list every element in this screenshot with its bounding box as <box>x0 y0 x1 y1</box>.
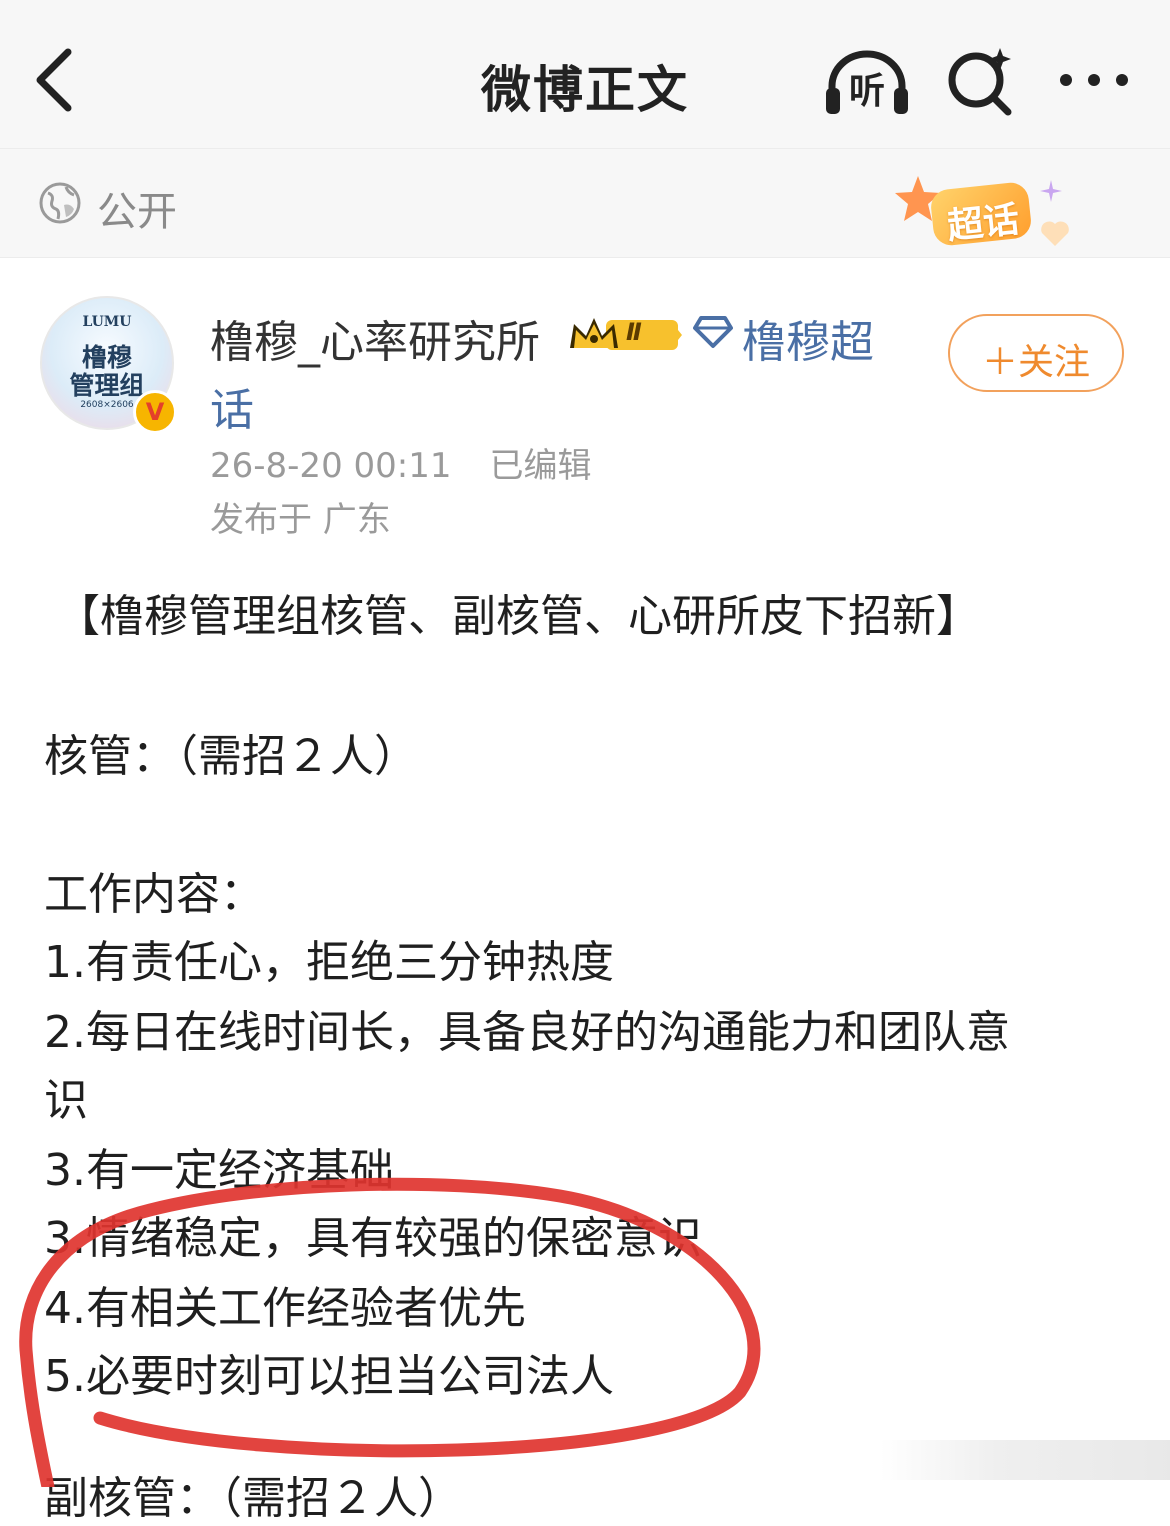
diamond-icon <box>693 316 733 348</box>
more-dots-icon[interactable] <box>1056 58 1132 102</box>
listen-label: 听 <box>848 71 885 112</box>
list-item: 2.每日在线时间长，具备良好的沟通能力和团队意 <box>44 1007 1010 1058</box>
globe-icon <box>39 182 81 224</box>
listen-button[interactable]: 听 <box>822 46 912 118</box>
sparkle-icon <box>1040 180 1062 202</box>
crown-level-icon <box>570 318 682 350</box>
super-topic-link[interactable]: 橹穆超 <box>742 306 874 370</box>
follow-label: ＋关注 <box>981 342 1090 383</box>
section-title: 核管：（需招２人） <box>44 731 418 782</box>
visibility-label: 公开 <box>97 189 177 235</box>
post-headline: 【橹穆管理组核管、副核管、心研所皮下招新】 <box>56 591 980 642</box>
chaohua-label: 超话 <box>945 199 1022 248</box>
next-section-partial: 副核管：（需招２人） <box>44 1473 462 1524</box>
edited-label[interactable]: 已编辑 <box>490 446 592 486</box>
list-item: 3.情绪稳定，具有较强的保密意识 <box>44 1213 702 1264</box>
search-sparkle-icon[interactable] <box>944 44 1016 116</box>
author-name[interactable]: 橹穆_心率研究所 <box>210 306 540 370</box>
post-timestamp: 26-8-20 00:11 <box>210 446 452 486</box>
list-item: 4.有相关工作经验者优先 <box>44 1283 526 1334</box>
super-topic-link-wrap[interactable]: 话 <box>210 374 254 438</box>
list-item: 3.有一定经济基础 <box>44 1145 394 1196</box>
level-number: Ⅱ <box>626 318 642 346</box>
post-location: 发布于 广东 <box>210 500 391 540</box>
verified-badge: V <box>133 390 177 434</box>
list-item: 识 <box>44 1075 88 1126</box>
heart-icon <box>1041 221 1069 246</box>
work-content-title: 工作内容： <box>44 869 264 920</box>
follow-button[interactable]: ＋关注 <box>948 314 1124 392</box>
top-nav-bar: 微博正文 听 <box>0 0 1170 149</box>
chaohua-badge[interactable]: 超话 <box>890 172 1080 262</box>
avatar-text-line1: LUMU <box>82 314 132 330</box>
watermark-blur <box>880 1440 1170 1480</box>
post-meta: 26-8-20 00:11 已编辑 <box>210 438 592 487</box>
list-item: 1.有责任心，拒绝三分钟热度 <box>44 937 614 988</box>
list-item: 5.必要时刻可以担当公司法人 <box>44 1351 614 1402</box>
